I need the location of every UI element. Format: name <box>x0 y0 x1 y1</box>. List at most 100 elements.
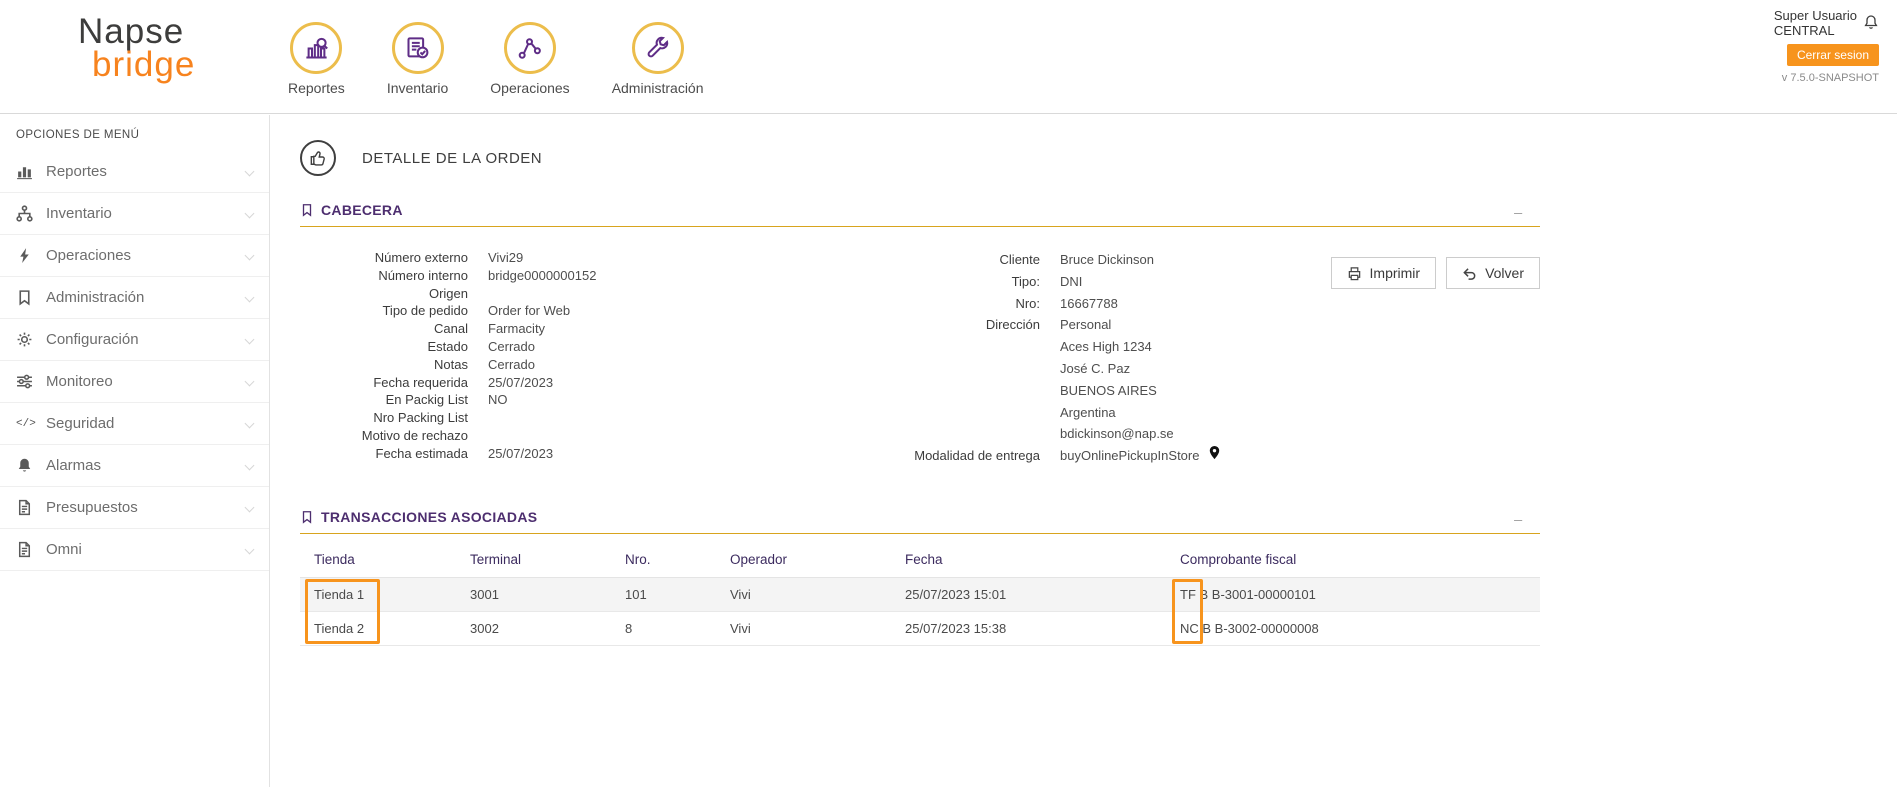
cell-fecha: 25/07/2023 15:01 <box>905 586 1007 602</box>
column-header-terminal: Terminal <box>470 551 522 567</box>
field-value: 16667788 <box>1060 295 1118 311</box>
field-value: Cerrado <box>488 356 535 372</box>
sidebar-item-administracion[interactable]: Administración <box>0 277 269 319</box>
field-value: Personal <box>1060 317 1112 333</box>
table-row[interactable]: Tienda 2 3002 8 Vivi 25/07/2023 15:38 NC… <box>300 612 1540 646</box>
cell-tienda: Tienda 1 <box>314 586 365 602</box>
nav-item-administracion[interactable]: Administración <box>612 22 704 96</box>
sidebar-item-label: Inventario <box>46 205 112 222</box>
field-label: Origen <box>428 285 468 301</box>
cell-terminal: 3001 <box>470 586 499 602</box>
gear-icon <box>16 331 33 348</box>
transactions-header: TRANSACCIONES ASOCIADAS _ <box>300 505 1540 534</box>
cabecera-section: CABECERA _ Número externo Vivi29 Número … <box>300 198 1540 467</box>
chevron-down-icon <box>244 334 255 345</box>
logout-button[interactable]: Cerrar sesion <box>1786 44 1879 66</box>
transactions-section: TRANSACCIONES ASOCIADAS _ Tienda Termina… <box>300 505 1540 646</box>
field-label: Tipo de pedido <box>382 303 468 319</box>
table-header-row: Tienda Terminal Nro. Operador Fecha Comp… <box>300 546 1540 578</box>
address-line: bdickinson@nap.se <box>1060 426 1174 442</box>
field-value: 25/07/2023 <box>488 445 554 461</box>
cell-nro: 8 <box>625 620 633 636</box>
table-row[interactable]: Tienda 1 3001 101 Vivi 25/07/2023 15:01 … <box>300 577 1540 612</box>
collapse-cabecera-button[interactable]: _ <box>1514 198 1522 214</box>
bar-chart-icon <box>16 163 33 180</box>
sidebar-item-alarmas[interactable]: Alarmas <box>0 445 269 487</box>
nav-item-operaciones[interactable]: Operaciones <box>490 22 570 96</box>
nav-item-reportes[interactable]: Reportes <box>288 22 345 96</box>
document-icon <box>16 541 33 558</box>
printer-icon <box>1348 266 1360 280</box>
sidebar-item-label: Operaciones <box>46 247 132 264</box>
table-body: Tienda 1 3001 101 Vivi 25/07/2023 15:01 … <box>300 577 1540 646</box>
chevron-down-icon <box>244 418 255 429</box>
field-row: Nro: 16667788 <box>780 293 1360 315</box>
cabecera-header: CABECERA _ <box>300 198 1540 227</box>
map-pin-icon[interactable] <box>1207 445 1222 467</box>
sidebar-item-inventario[interactable]: Inventario <box>0 193 269 235</box>
column-header-nro: Nro. <box>625 551 651 567</box>
transactions-title: TRANSACCIONES ASOCIADAS <box>321 508 538 525</box>
chevron-down-icon <box>244 376 255 387</box>
user-block: Super Usuario CENTRAL Cerrar sesion v 7.… <box>1774 8 1879 84</box>
nav-label: Inventario <box>386 80 449 96</box>
column-header-fecha: Fecha <box>905 551 943 567</box>
sidebar-item-omni[interactable]: Omni <box>0 529 269 571</box>
bookmark-icon <box>302 204 312 217</box>
field-label: Fecha requerida <box>373 374 468 390</box>
collapse-transactions-button[interactable]: _ <box>1514 505 1522 521</box>
sidebar-item-reportes[interactable]: Reportes <box>0 151 269 193</box>
customer-fields: Cliente Bruce Dickinson Tipo: DNI Nro: 1… <box>780 249 1360 467</box>
field-row: Tipo de pedido Order for Web <box>300 302 780 320</box>
field-row: Cliente Bruce Dickinson <box>780 249 1360 271</box>
sidebar-item-presupuestos[interactable]: Presupuestos <box>0 487 269 529</box>
user-scope: CENTRAL <box>1773 23 1835 38</box>
chevron-down-icon <box>244 208 255 219</box>
brand-logo: Napse bridge <box>78 13 196 84</box>
sidebar-item-configuracion[interactable]: Configuración <box>0 319 269 361</box>
delivery-row: Modalidad de entrega buyOnlinePickupInSt… <box>780 445 1360 467</box>
nav-label: Operaciones <box>490 80 570 96</box>
sidebar-item-label: Reportes <box>46 163 107 180</box>
field-value: DNI <box>1060 273 1083 289</box>
field-value: Order for Web <box>488 303 571 319</box>
cell-fecha: 25/07/2023 15:38 <box>905 620 1007 636</box>
field-row: Dirección Personal <box>780 314 1360 336</box>
sidebar-item-operaciones[interactable]: Operaciones <box>0 235 269 277</box>
sidebar-item-monitoreo[interactable]: Monitoreo <box>0 361 269 403</box>
chevron-down-icon <box>244 544 255 555</box>
bolt-icon <box>16 247 33 264</box>
sidebar-item-label: Presupuestos <box>46 499 138 516</box>
field-label: Número interno <box>378 267 468 283</box>
nav-label: Administración <box>611 80 704 96</box>
sidebar-item-label: Omni <box>46 541 82 558</box>
field-row: En Packig List NO <box>300 391 780 409</box>
delivery-value: buyOnlinePickupInStore <box>1060 448 1200 464</box>
print-button[interactable]: Imprimir <box>1330 257 1437 289</box>
delivery-label: Modalidad de entrega <box>914 448 1040 464</box>
field-label: En Packig List <box>385 392 468 408</box>
brand-logo-bridge: bridge <box>92 44 196 84</box>
sidebar-item-seguridad[interactable]: </> Seguridad <box>0 403 269 445</box>
column-header-comprobante: Comprobante fiscal <box>1180 551 1297 567</box>
sidebar: OPCIONES DE MENÚ Reportes Inventario Ope… <box>0 115 270 787</box>
cell-comprobante: TF B B-3001-00000101 <box>1180 586 1316 602</box>
cell-comprobante: NC B B-3002-00000008 <box>1180 620 1319 636</box>
field-row: Estado Cerrado <box>300 338 780 356</box>
order-fields: Número externo Vivi29 Número interno bri… <box>300 249 780 467</box>
back-button[interactable]: Volver <box>1446 257 1540 289</box>
field-value: bridge0000000152 <box>488 267 597 283</box>
nav-item-inventario[interactable]: Inventario <box>387 22 448 96</box>
field-row: Tipo: DNI <box>780 271 1360 293</box>
column-header-operador: Operador <box>730 551 788 567</box>
top-nav: Reportes Inventario Operaciones Administ… <box>288 22 704 96</box>
field-value: Vivi29 <box>488 250 524 265</box>
sliders-icon <box>16 373 33 390</box>
field-row: Número interno bridge0000000152 <box>300 267 780 285</box>
bookmark-icon <box>302 511 312 524</box>
field-row: Nro Packing List <box>300 409 780 427</box>
field-label: Motivo de rechazo <box>361 427 468 443</box>
chevron-down-icon <box>244 502 255 513</box>
notifications-bell-icon[interactable] <box>1863 14 1879 33</box>
field-label: Cliente <box>999 252 1040 267</box>
